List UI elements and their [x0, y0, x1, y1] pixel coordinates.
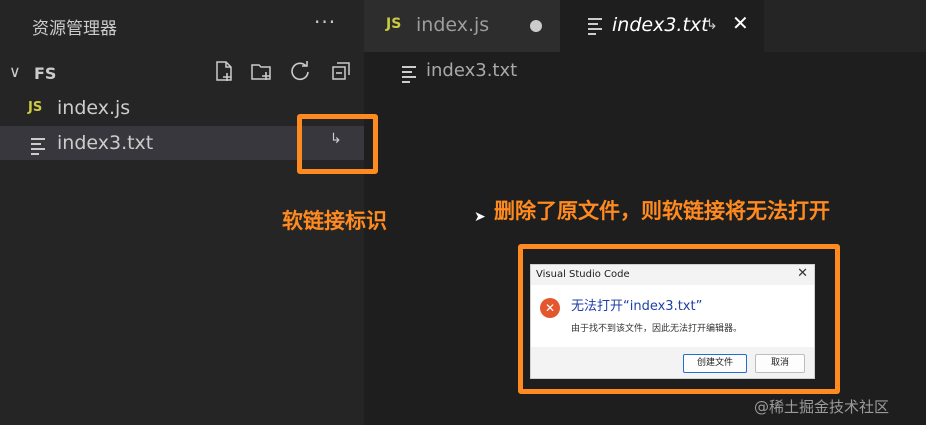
tab-index-js[interactable]: JS index.js: [364, 0, 560, 52]
new-folder-icon[interactable]: [250, 60, 272, 82]
text-file-icon: [588, 18, 602, 38]
explorer-title: 资源管理器: [32, 19, 117, 39]
file-label: index.js: [57, 97, 131, 119]
deleted-file-annotation: 删除了原文件，则软链接将无法打开: [494, 199, 830, 223]
breadcrumb-label: index3.txt: [426, 60, 518, 81]
js-file-icon: JS: [28, 100, 43, 115]
symlink-highlight-box: ↳: [297, 114, 378, 174]
js-file-icon: JS: [386, 16, 402, 32]
close-icon[interactable]: ✕: [797, 266, 808, 281]
cancel-button[interactable]: 取消: [755, 354, 805, 373]
text-file-icon: [402, 66, 416, 86]
text-file-icon: [31, 138, 45, 158]
dialog-body: ✕ 无法打开“index3.txt” 由于找不到该文件，因此无法打开编辑器。: [531, 285, 814, 347]
symlink-icon: ↳: [706, 17, 718, 33]
unsaved-dot-icon[interactable]: [530, 20, 542, 32]
tab-index3-txt[interactable]: index3.txt ↳ ✕: [560, 0, 764, 52]
more-actions-icon[interactable]: ···: [314, 10, 336, 34]
mouse-cursor-icon: ➤: [474, 209, 486, 225]
error-dialog: Visual Studio Code ✕ ✕ 无法打开“index3.txt” …: [530, 264, 815, 379]
folder-name: FS: [34, 64, 57, 83]
file-label: index3.txt: [57, 132, 154, 154]
watermark: @稀土掘金技术社区: [754, 398, 890, 416]
chevron-down-icon[interactable]: ∨: [9, 62, 21, 81]
create-file-button[interactable]: 创建文件: [683, 354, 747, 373]
refresh-icon[interactable]: [289, 60, 311, 82]
dialog-title: Visual Studio Code: [536, 269, 630, 280]
tab-label: index3.txt: [612, 14, 709, 36]
dialog-message: 由于找不到该文件，因此无法打开编辑器。: [571, 324, 743, 334]
symlink-annotation: 软链接标识: [282, 209, 387, 233]
symlink-icon: ↳: [330, 131, 342, 147]
error-icon: ✕: [540, 298, 560, 318]
collapse-all-icon[interactable]: [330, 60, 352, 82]
dialog-heading: 无法打开“index3.txt”: [571, 299, 703, 314]
close-icon[interactable]: ✕: [732, 11, 749, 35]
tab-label: index.js: [416, 14, 490, 36]
tab-bar: JS index.js index3.txt ↳ ✕: [364, 0, 926, 52]
new-file-icon[interactable]: [213, 60, 235, 82]
